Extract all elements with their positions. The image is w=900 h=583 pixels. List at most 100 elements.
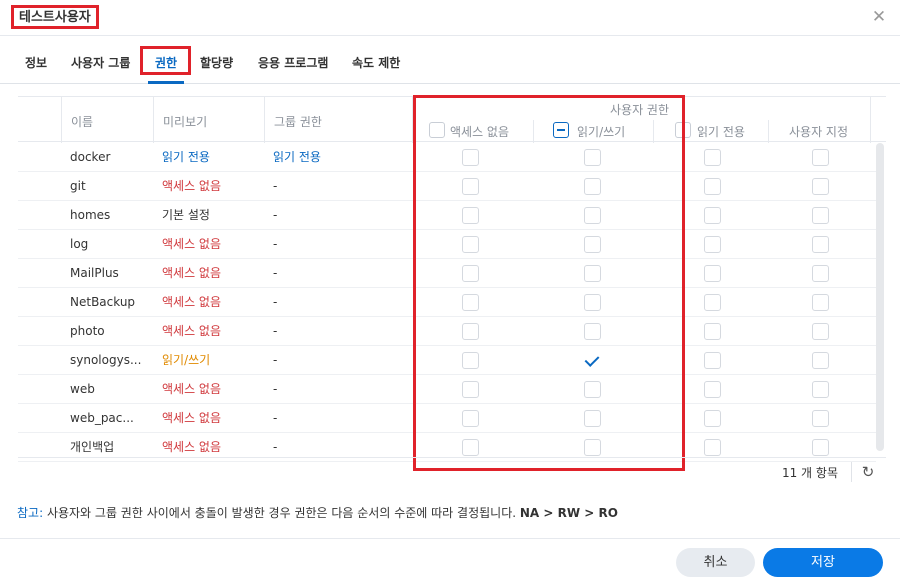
table-row[interactable]: web 액세스 없음 -: [18, 375, 876, 404]
no-access-checkbox[interactable]: [462, 352, 479, 369]
table-row[interactable]: photo 액세스 없음 -: [18, 317, 876, 346]
custom-checkbox[interactable]: [812, 323, 829, 340]
footer-divider: [851, 462, 852, 482]
read-only-header-checkbox[interactable]: [675, 122, 691, 138]
preview-permission: 액세스 없음: [162, 237, 222, 251]
read-write-checkbox[interactable]: [584, 381, 601, 398]
group-permission: -: [273, 237, 278, 251]
custom-checkbox[interactable]: [812, 439, 829, 456]
preview-permission: 액세스 없음: [162, 179, 222, 193]
permission-note: 참고: 사용자와 그룹 권한 사이에서 충돌이 발생한 경우 권한은 다음 순서…: [17, 504, 618, 521]
custom-checkbox[interactable]: [812, 236, 829, 253]
no-access-checkbox[interactable]: [462, 381, 479, 398]
no-access-checkbox[interactable]: [462, 207, 479, 224]
custom-checkbox[interactable]: [812, 381, 829, 398]
shared-folder-name: NetBackup: [70, 295, 136, 309]
column-divider: [768, 120, 769, 143]
no-access-checkbox[interactable]: [462, 439, 479, 456]
custom-checkbox[interactable]: [812, 178, 829, 195]
shared-folder-name: git: [70, 179, 86, 193]
cancel-button[interactable]: 취소: [676, 548, 755, 577]
table-row[interactable]: docker 읽기 전용 읽기 전용: [18, 143, 876, 172]
group-permission: -: [273, 411, 278, 425]
read-only-checkbox[interactable]: [704, 439, 721, 456]
tab-speed-limit[interactable]: 속도 제한: [352, 42, 400, 84]
read-write-checkbox[interactable]: [584, 294, 601, 311]
shared-folder-name: web: [70, 382, 95, 396]
read-only-checkbox[interactable]: [704, 294, 721, 311]
preview-permission: 기본 설정: [162, 208, 210, 222]
preview-permission: 액세스 없음: [162, 266, 222, 280]
tab-info[interactable]: 정보: [25, 42, 47, 84]
header-name[interactable]: 이름: [71, 113, 93, 130]
table-row[interactable]: git 액세스 없음 -: [18, 172, 876, 201]
read-write-checkbox[interactable]: [584, 236, 601, 253]
read-write-checkbox[interactable]: [584, 265, 601, 282]
read-only-checkbox[interactable]: [704, 265, 721, 282]
table-row[interactable]: NetBackup 액세스 없음 -: [18, 288, 876, 317]
custom-checkbox[interactable]: [812, 207, 829, 224]
custom-checkbox[interactable]: [812, 149, 829, 166]
read-only-checkbox[interactable]: [704, 410, 721, 427]
no-access-checkbox[interactable]: [462, 265, 479, 282]
header-user-permission: 사용자 권한: [610, 103, 670, 117]
column-divider: [264, 97, 265, 143]
close-icon[interactable]: ✕: [870, 8, 888, 26]
shared-folder-name: homes: [70, 208, 111, 222]
read-write-checkbox[interactable]: [584, 149, 601, 166]
no-access-header-checkbox[interactable]: [429, 122, 445, 138]
custom-checkbox[interactable]: [812, 294, 829, 311]
no-access-checkbox[interactable]: [462, 323, 479, 340]
read-only-checkbox[interactable]: [704, 381, 721, 398]
read-only-checkbox[interactable]: [704, 178, 721, 195]
grid-footer: 11 개 항목 ↻: [18, 457, 886, 487]
note-label: 참고:: [17, 506, 44, 520]
read-write-header-checkbox[interactable]: [553, 122, 569, 138]
no-access-checkbox[interactable]: [462, 178, 479, 195]
read-only-checkbox[interactable]: [704, 207, 721, 224]
column-divider: [533, 120, 534, 143]
preview-permission: 액세스 없음: [162, 324, 222, 338]
custom-checkbox[interactable]: [812, 410, 829, 427]
permissions-grid: 이름 미리보기 그룹 권한 사용자 권한 액세스 없음 읽기/쓰기 읽기 전용 …: [18, 96, 886, 462]
header-preview[interactable]: 미리보기: [163, 113, 207, 130]
save-button[interactable]: 저장: [763, 548, 883, 577]
table-row[interactable]: MailPlus 액세스 없음 -: [18, 259, 876, 288]
column-divider: [412, 97, 413, 143]
title-bar: 테스트사용자 ✕: [0, 0, 900, 36]
custom-checkbox[interactable]: [812, 352, 829, 369]
note-order: NA > RW > RO: [519, 506, 618, 520]
header-group-permission[interactable]: 그룹 권한: [274, 113, 322, 130]
table-row[interactable]: web_pac... 액세스 없음 -: [18, 404, 876, 433]
table-row[interactable]: synologys... 읽기/쓰기 -: [18, 346, 876, 375]
table-row[interactable]: log 액세스 없음 -: [18, 230, 876, 259]
read-write-checkbox[interactable]: [584, 178, 601, 195]
read-write-checkbox[interactable]: [584, 323, 601, 340]
shared-folder-name: synologys...: [70, 353, 142, 367]
read-only-checkbox[interactable]: [704, 323, 721, 340]
read-only-checkbox[interactable]: [704, 149, 721, 166]
read-only-checkbox[interactable]: [704, 236, 721, 253]
no-access-checkbox[interactable]: [462, 149, 479, 166]
read-write-checkbox[interactable]: [584, 207, 601, 224]
group-permission: -: [273, 353, 278, 367]
table-row[interactable]: homes 기본 설정 -: [18, 201, 876, 230]
grid-scrollbar[interactable]: [876, 143, 884, 451]
read-write-checkbox[interactable]: [584, 439, 601, 456]
tab-applications[interactable]: 응용 프로그램: [258, 42, 328, 84]
read-write-checkbox[interactable]: [584, 410, 601, 427]
tab-bar: 정보 사용자 그룹 권한 할당량 응용 프로그램 속도 제한: [0, 42, 900, 84]
no-access-checkbox[interactable]: [462, 410, 479, 427]
read-write-checkbox[interactable]: [584, 352, 601, 369]
no-access-checkbox[interactable]: [462, 236, 479, 253]
header-no-access: 액세스 없음: [450, 125, 510, 139]
tab-user-groups[interactable]: 사용자 그룹: [71, 42, 130, 84]
note-text: 사용자와 그룹 권한 사이에서 충돌이 발생한 경우 권한은 다음 순서의 수준…: [43, 506, 517, 520]
shared-folder-name: photo: [70, 324, 105, 338]
custom-checkbox[interactable]: [812, 265, 829, 282]
refresh-icon[interactable]: ↻: [860, 462, 876, 482]
group-permission: -: [273, 179, 278, 193]
tab-quota[interactable]: 할당량: [200, 42, 233, 84]
read-only-checkbox[interactable]: [704, 352, 721, 369]
no-access-checkbox[interactable]: [462, 294, 479, 311]
